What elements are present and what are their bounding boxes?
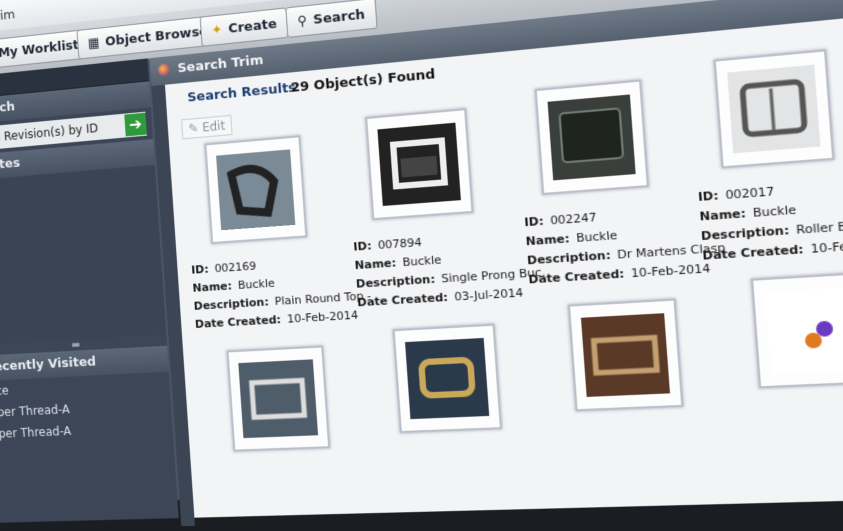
result-tile[interactable] bbox=[568, 298, 684, 411]
result-tile[interactable] bbox=[713, 49, 834, 168]
result-thumbnail[interactable] bbox=[713, 49, 834, 168]
favorites-list bbox=[0, 165, 166, 345]
buckle-image-icon bbox=[238, 359, 318, 438]
pencil-icon: ✎ bbox=[188, 121, 199, 136]
buckle-image-icon bbox=[377, 123, 460, 206]
result-tile[interactable] bbox=[226, 345, 330, 451]
result-thumbnail[interactable] bbox=[568, 298, 684, 411]
star-icon: ✦ bbox=[211, 22, 223, 38]
buckle-image-icon bbox=[405, 338, 489, 419]
go-arrow-icon[interactable]: ➔ bbox=[124, 113, 147, 137]
result-details: ID: 007894 Name: Buckle Description: Single… bbox=[353, 229, 459, 310]
result-tile[interactable] bbox=[393, 324, 503, 434]
result-thumbnail[interactable] bbox=[534, 79, 649, 195]
result-thumbnail[interactable] bbox=[751, 272, 843, 389]
placeholder-image-icon bbox=[765, 287, 843, 373]
buckle-image-icon bbox=[548, 94, 636, 180]
result-details: ID: 002169 Name: Buckle Description: Plain … bbox=[191, 253, 292, 332]
result-tile[interactable] bbox=[365, 108, 474, 220]
result-thumbnail[interactable] bbox=[365, 108, 474, 220]
browser-icon: ▦ bbox=[87, 35, 100, 51]
search-icon: ⚲ bbox=[297, 13, 308, 29]
result-details: ID: 002247 Name: Buckle Description: Dr Mar… bbox=[524, 204, 636, 288]
main-title: Search Trim bbox=[177, 53, 264, 77]
window-title: Trim bbox=[0, 7, 15, 24]
result-tile[interactable] bbox=[751, 272, 843, 389]
left-panel: earch em Revision(s) by ID ➔ orites ▬ ec… bbox=[0, 58, 179, 522]
result-thumbnail[interactable] bbox=[393, 324, 503, 434]
result-thumbnail[interactable] bbox=[226, 345, 330, 451]
results-label: Search Results bbox=[187, 80, 297, 105]
edit-button[interactable]: ✎ Edit bbox=[181, 115, 233, 140]
buckle-image-icon bbox=[216, 149, 295, 230]
create-button[interactable]: ✦ Create bbox=[200, 7, 289, 47]
buckle-image-icon bbox=[581, 313, 670, 397]
results-count: 29 Object(s) Found bbox=[290, 67, 435, 96]
buckle-image-icon bbox=[727, 65, 820, 154]
result-thumbnail[interactable] bbox=[204, 135, 307, 244]
search-query-field[interactable]: em Revision(s) by ID bbox=[0, 119, 125, 146]
screen: Trim ♣ My Worklist ▦ Object Browser ✦ Cr… bbox=[0, 0, 843, 505]
result-tile[interactable] bbox=[204, 135, 307, 244]
search-trim-icon bbox=[158, 63, 170, 76]
result-tile[interactable] bbox=[534, 79, 649, 195]
main-panel: Search Trim Search Results 29 Object(s) … bbox=[149, 0, 843, 518]
result-details: ID: 002017 Name: Buckle Description: Roller… bbox=[697, 177, 815, 264]
search-button[interactable]: ⚲ Search bbox=[285, 0, 377, 38]
